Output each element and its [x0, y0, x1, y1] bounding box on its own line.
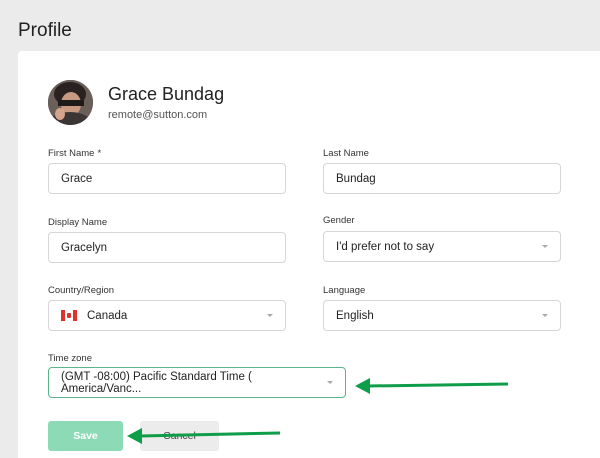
cancel-button[interactable]: Cancel [140, 421, 219, 451]
chevron-down-icon [542, 314, 548, 317]
user-name: Grace Bundag [108, 84, 225, 104]
timezone-select[interactable]: (GMT -08:00) Pacific Standard Time ( Ame… [48, 367, 346, 398]
avatar[interactable] [48, 80, 93, 125]
chevron-down-icon [542, 245, 548, 248]
language-select[interactable]: English [323, 300, 561, 331]
country-value: Canada [87, 309, 128, 322]
last-name-field[interactable]: Bundag [323, 163, 561, 194]
display-name-field[interactable]: Gracelyn [48, 232, 286, 263]
language-value: English [336, 309, 374, 322]
country-label: Country/Region [48, 285, 115, 296]
avatar-photo-icon [48, 80, 93, 125]
gender-label: Gender [323, 215, 355, 226]
required-mark: * [97, 148, 102, 159]
first-name-label-text: First Name [48, 148, 95, 159]
chevron-down-icon [327, 381, 333, 384]
canada-flag-icon [61, 310, 77, 321]
display-name-label: Display Name [48, 217, 108, 228]
first-name-field[interactable]: Grace [48, 163, 286, 194]
gender-value: I'd prefer not to say [336, 240, 435, 253]
timezone-value: (GMT -08:00) Pacific Standard Time ( Ame… [61, 370, 252, 395]
page-title: Profile [18, 20, 72, 41]
save-button[interactable]: Save [48, 421, 123, 451]
country-select[interactable]: Canada [48, 300, 286, 331]
last-name-value: Bundag [336, 172, 376, 185]
user-email: remote@sutton.com [108, 109, 208, 121]
first-name-label: First Name * [48, 148, 101, 159]
timezone-label: Time zone [48, 353, 92, 364]
language-label: Language [323, 285, 366, 296]
chevron-down-icon [267, 314, 273, 317]
display-name-value: Gracelyn [61, 241, 108, 254]
last-name-label: Last Name [323, 148, 369, 159]
first-name-value: Grace [61, 172, 93, 185]
gender-select[interactable]: I'd prefer not to say [323, 231, 561, 262]
